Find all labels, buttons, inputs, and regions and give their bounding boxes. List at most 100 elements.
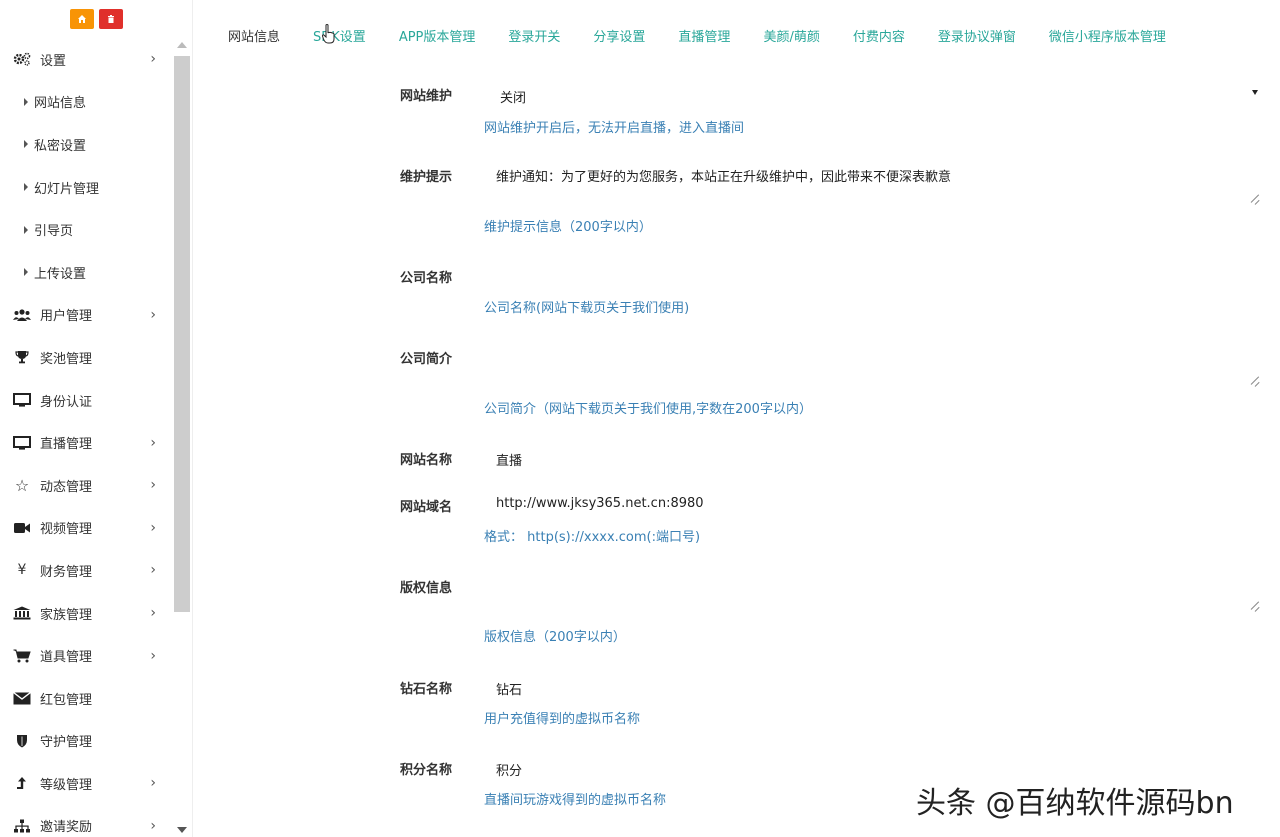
sidebar-item-label: 网站信息 — [34, 96, 87, 112]
maintenance-tip-textarea[interactable]: 维护通知：为了更好的为您服务，本站正在升级维护中，因此带来不便深表歉意 — [496, 166, 951, 185]
sidebar-item-finance[interactable]: ¥ 财务管理 › — [0, 549, 172, 592]
resize-handle-icon[interactable] — [1251, 603, 1260, 612]
tab-login-agreement[interactable]: 登录协议弹窗 — [938, 29, 1016, 47]
sidebar-scrollbar[interactable] — [173, 38, 190, 837]
scroll-thumb[interactable] — [174, 56, 190, 612]
chevron-right-icon: › — [150, 817, 156, 834]
tab-miniprogram-version[interactable]: 微信小程序版本管理 — [1049, 29, 1166, 47]
scroll-down-arrow-icon[interactable] — [177, 827, 187, 833]
site-name-input[interactable]: 直播 — [496, 450, 522, 469]
field-help: 公司名称(网站下载页关于我们使用) — [484, 301, 690, 316]
sidebar-item-users[interactable]: 用户管理 › — [0, 294, 172, 337]
tab-login-switch[interactable]: 登录开关 — [508, 29, 560, 47]
sidebar-subitem-privacy[interactable]: 私密设置 — [0, 123, 172, 166]
sidebar-item-identity[interactable]: 身份认证 — [0, 379, 172, 422]
field-label: 积分名称 — [400, 763, 453, 778]
tab-live[interactable]: 直播管理 — [678, 29, 730, 47]
sidebar-item-level[interactable]: 等级管理 › — [0, 762, 172, 805]
resize-handle-icon[interactable] — [1251, 196, 1260, 205]
sidebar-nav: 设置 › 网站信息 私密设置 幻灯片管理 引导页 上传设置 用户管理 › 奖池管… — [0, 38, 172, 837]
chevron-right-icon: › — [150, 51, 156, 68]
sidebar: 设置 › 网站信息 私密设置 幻灯片管理 引导页 上传设置 用户管理 › 奖池管… — [0, 0, 193, 837]
sidebar-item-live[interactable]: 直播管理 › — [0, 421, 172, 464]
field-label: 公司简介 — [400, 352, 453, 367]
field-label: 钻石名称 — [400, 682, 453, 697]
sidebar-subitem-slides[interactable]: 幻灯片管理 — [0, 166, 172, 209]
sidebar-item-label: 家族管理 — [40, 607, 93, 623]
field-label: 版权信息 — [400, 581, 453, 596]
sidebar-item-label: 视频管理 — [40, 522, 93, 538]
caret-right-icon — [24, 97, 28, 106]
sidebar-item-family[interactable]: 家族管理 › — [0, 592, 172, 635]
field-help: 用户充值得到的虚拟币名称 — [484, 712, 641, 727]
hand-cursor-icon — [322, 24, 335, 44]
chevron-right-icon: › — [150, 605, 156, 622]
field-help: 直播间玩游戏得到的虚拟币名称 — [484, 793, 667, 808]
caret-right-icon — [24, 183, 28, 192]
sidebar-item-props[interactable]: 道具管理 › — [0, 634, 172, 677]
bank-icon — [12, 605, 32, 621]
caret-right-icon — [24, 225, 28, 234]
cart-icon — [12, 648, 32, 664]
field-help: 版权信息（200字以内） — [484, 630, 626, 645]
monitor-icon — [12, 392, 32, 408]
field-label: 网站维护 — [400, 89, 453, 104]
sidebar-item-label: 财务管理 — [40, 564, 93, 580]
tab-beauty[interactable]: 美颜/萌颜 — [763, 29, 819, 47]
points-name-input[interactable]: 积分 — [496, 760, 522, 779]
sidebar-item-invite[interactable]: 邀请奖励 › — [0, 805, 172, 837]
home-button[interactable] — [69, 9, 94, 29]
sidebar-item-label: 守护管理 — [40, 735, 93, 751]
sidebar-subitem-guide[interactable]: 引导页 — [0, 208, 172, 251]
chevron-right-icon: › — [150, 775, 156, 792]
sidebar-item-label: 邀请奖励 — [40, 820, 93, 836]
field-help: 网站维护开启后，无法开启直播，进入直播间 — [484, 121, 745, 136]
sidebar-item-label: 等级管理 — [40, 777, 93, 793]
sidebar-item-dynamics[interactable]: ☆ 动态管理 › — [0, 464, 172, 507]
sidebar-subitem-site-info[interactable]: 网站信息 — [0, 81, 172, 124]
scroll-up-arrow-icon[interactable] — [177, 42, 187, 48]
sidebar-item-label: 道具管理 — [40, 650, 93, 666]
chevron-right-icon: › — [150, 562, 156, 579]
tab-app-version[interactable]: APP版本管理 — [399, 29, 476, 47]
users-icon — [12, 307, 32, 323]
field-label: 维护提示 — [400, 170, 453, 185]
sidebar-item-video[interactable]: 视频管理 › — [0, 507, 172, 550]
trophy-icon — [12, 349, 32, 365]
sidebar-item-label: 动态管理 — [40, 479, 93, 495]
sidebar-item-red-packet[interactable]: 红包管理 — [0, 677, 172, 720]
star-icon: ☆ — [14, 475, 30, 495]
sidebar-subitem-upload[interactable]: 上传设置 — [0, 251, 172, 294]
monitor-icon — [12, 435, 32, 451]
sidebar-item-label: 奖池管理 — [40, 351, 93, 367]
resize-handle-icon[interactable] — [1251, 378, 1260, 387]
diamond-name-input[interactable]: 钻石 — [496, 679, 522, 698]
sitemap-icon — [12, 818, 32, 834]
maintenance-select[interactable]: 关闭 — [500, 87, 526, 106]
watermark: 头条 @百纳软件源码bn — [916, 786, 1234, 821]
trash-icon — [107, 15, 114, 23]
sidebar-item-label: 设置 — [40, 53, 67, 69]
trash-button[interactable] — [98, 9, 123, 29]
tab-site-info[interactable]: 网站信息 — [228, 29, 280, 47]
caret-right-icon — [24, 140, 28, 149]
field-label: 网站域名 — [400, 500, 453, 515]
tab-sdk[interactable]: SDK设置 — [313, 29, 366, 47]
field-help: 格式： http(s)://xxxx.com(:端口号) — [484, 530, 701, 545]
sidebar-item-prize-pool[interactable]: 奖池管理 — [0, 336, 172, 379]
sidebar-item-label: 身份认证 — [40, 394, 93, 410]
field-label: 网站名称 — [400, 453, 453, 468]
site-domain-input[interactable]: http://www.jksy365.net.cn:8980 — [496, 496, 704, 511]
field-help: 维护提示信息（200字以内） — [484, 220, 652, 235]
level-up-icon — [12, 775, 32, 791]
sidebar-item-guard[interactable]: 守护管理 — [0, 720, 172, 763]
chevron-down-icon — [1252, 90, 1258, 95]
sidebar-item-label: 用户管理 — [40, 309, 93, 325]
tab-share[interactable]: 分享设置 — [593, 29, 645, 47]
sidebar-item-settings[interactable]: 设置 › — [0, 38, 172, 81]
sidebar-item-label: 私密设置 — [34, 138, 87, 154]
yen-icon: ¥ — [17, 562, 27, 579]
chevron-right-icon: › — [150, 306, 156, 323]
tab-paid-content[interactable]: 付费内容 — [853, 29, 905, 47]
chevron-right-icon: › — [150, 519, 156, 536]
